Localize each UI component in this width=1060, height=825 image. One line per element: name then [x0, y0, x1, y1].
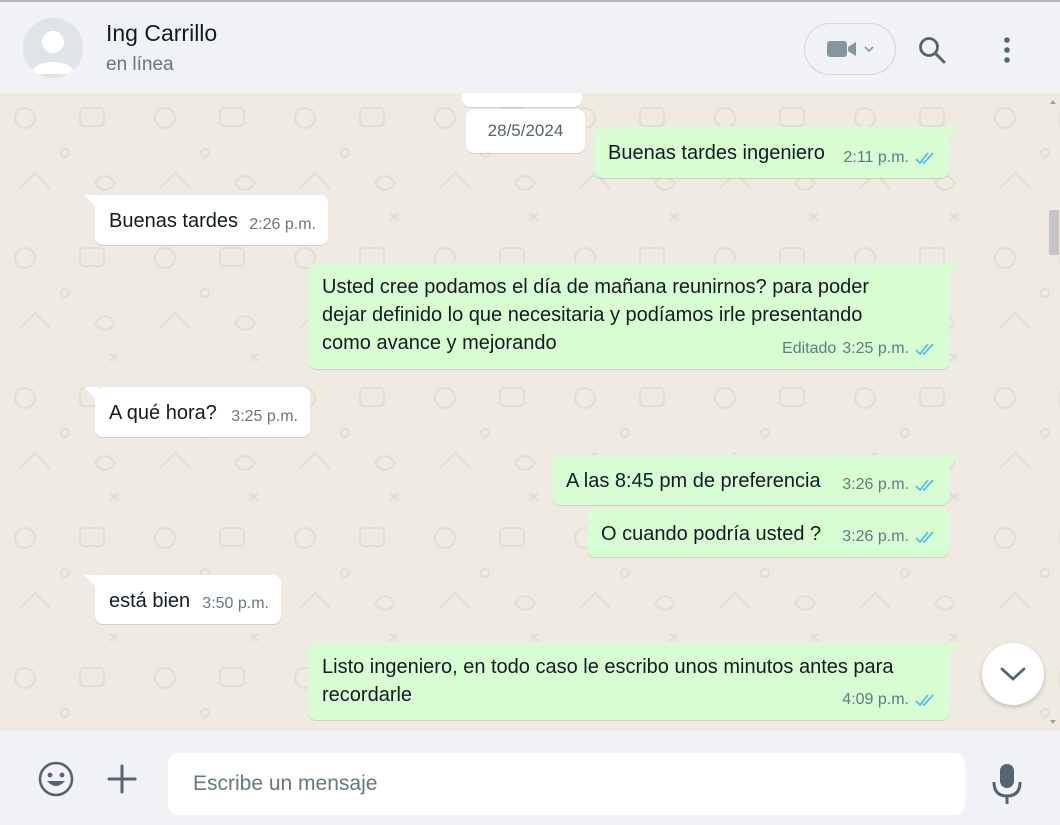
bubble-tail — [84, 195, 98, 209]
message-time: 3:26 p.m. — [842, 476, 909, 493]
attach-button[interactable] — [102, 759, 142, 799]
edited-label: Editado — [782, 340, 837, 357]
search-button[interactable] — [910, 28, 954, 72]
message-outgoing[interactable]: A las 8:45 pm de preferencia 3:26 p.m. — [552, 455, 960, 505]
contact-name[interactable]: Ing Carrillo — [106, 20, 217, 47]
emoji-icon — [38, 761, 74, 797]
message-line: recordarle — [322, 684, 413, 706]
double-check-icon — [915, 694, 934, 707]
message-meta: 2:11 p.m. — [843, 144, 937, 172]
message-time: 4:09 p.m. — [842, 691, 909, 708]
message-meta: 3:25 p.m. — [231, 403, 298, 431]
message-incoming[interactable]: A qué hora? 3:25 p.m. — [84, 387, 310, 437]
message-text: Buenas tardes — [109, 210, 238, 232]
message-line: dejar definido lo que necesitaria y podí… — [322, 304, 863, 326]
message-time: 3:26 p.m. — [842, 528, 909, 545]
message-input[interactable] — [168, 753, 965, 815]
contact-avatar[interactable] — [23, 18, 83, 78]
message-time: 2:26 p.m. — [249, 216, 316, 233]
double-check-icon — [915, 343, 934, 356]
message-meta: 3:26 p.m. — [842, 523, 937, 551]
message-time: 2:11 p.m. — [843, 149, 909, 166]
message-meta: 4:09 p.m. — [842, 686, 937, 714]
message-incoming[interactable]: Buenas tardes 2:26 p.m. — [84, 195, 328, 245]
microphone-icon — [992, 764, 1022, 804]
contact-status: en línea — [106, 54, 174, 75]
message-outgoing[interactable]: Usted cree podamos el día de mañana reun… — [308, 263, 960, 369]
message-text: está bien — [109, 590, 191, 612]
double-check-icon — [915, 479, 934, 492]
search-icon — [919, 37, 946, 64]
chevron-down-icon — [1000, 667, 1026, 681]
message-meta: 3:26 p.m. — [842, 471, 937, 499]
default-avatar-icon — [23, 18, 83, 78]
video-camera-icon — [827, 41, 856, 57]
double-check-icon — [915, 152, 934, 165]
scroll-to-bottom-button[interactable] — [982, 643, 1044, 705]
voice-message-button[interactable] — [988, 761, 1026, 807]
message-meta: 3:50 p.m. — [202, 590, 269, 618]
scrollbar-thumb[interactable] — [1049, 210, 1059, 255]
chat-window: Ing Carrillo en línea 28/5/2024 Buenas t… — [0, 0, 1060, 825]
message-text: A qué hora? — [109, 402, 217, 424]
message-meta: Editado 3:25 p.m. — [782, 335, 937, 363]
message-text: A las 8:45 pm de preferencia — [566, 470, 821, 492]
emoji-button[interactable] — [36, 759, 76, 799]
message-meta: 2:26 p.m. — [249, 211, 316, 239]
message-composer — [0, 731, 1060, 825]
plus-icon — [107, 764, 137, 794]
message-outgoing[interactable]: Buenas tardes ingeniero 2:11 p.m. — [594, 127, 960, 178]
bubble-tail — [946, 643, 960, 657]
message-text: O cuando podría usted ? — [601, 523, 822, 545]
chat-header: Ing Carrillo en línea — [0, 0, 1060, 93]
scrollbar[interactable] — [1046, 93, 1060, 731]
double-check-icon — [915, 531, 934, 544]
bubble-tail — [946, 263, 960, 277]
partial-date-pill — [462, 93, 582, 107]
message-list[interactable]: 28/5/2024 Buenas tardes ingeniero 2:11 p… — [0, 93, 1060, 731]
date-separator-label: 28/5/2024 — [487, 121, 564, 140]
chevron-down-icon — [864, 46, 874, 53]
menu-dots-icon — [1004, 37, 1010, 63]
message-outgoing[interactable]: O cuando podría usted ? 3:26 p.m. — [587, 508, 949, 557]
message-text: Listo ingeniero, en todo caso le escribo… — [322, 653, 893, 709]
date-separator: 28/5/2024 — [466, 109, 585, 153]
message-time: 3:25 p.m. — [842, 340, 909, 357]
message-incoming[interactable]: está bien 3:50 p.m. — [84, 575, 281, 624]
message-line: Usted cree podamos el día de mañana reun… — [322, 276, 870, 298]
menu-button[interactable] — [990, 28, 1024, 72]
video-call-button[interactable] — [804, 23, 896, 75]
bubble-tail — [946, 455, 960, 469]
bubble-tail — [84, 387, 98, 401]
message-outgoing[interactable]: Listo ingeniero, en todo caso le escribo… — [308, 643, 960, 720]
scroll-up-arrow-icon — [1050, 100, 1056, 104]
message-time: 3:50 p.m. — [202, 595, 269, 612]
message-text: Buenas tardes ingeniero — [608, 142, 825, 164]
scroll-down-arrow-icon — [1050, 720, 1056, 724]
message-line: Listo ingeniero, en todo caso le escribo… — [322, 656, 894, 678]
bubble-tail — [84, 575, 98, 589]
bubble-tail — [946, 127, 960, 141]
message-time: 3:25 p.m. — [231, 408, 298, 425]
